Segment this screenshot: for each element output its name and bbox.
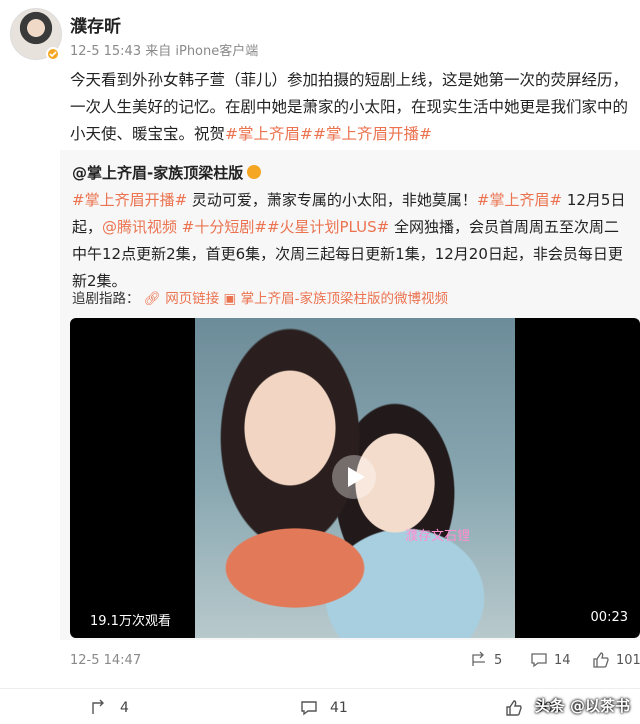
- comment-count: 14: [554, 652, 571, 668]
- reposted-card[interactable]: @掌上齐眉-家族顶梁柱版 #掌上齐眉开播# 灵动可爱，萧家专属的小太阳，非她莫属…: [60, 150, 640, 640]
- video-link[interactable]: 掌上齐眉-家族顶梁柱版的微博视频: [241, 291, 448, 307]
- repost-count: 4: [120, 700, 129, 716]
- video-watermark: 濮存文石锂: [405, 529, 471, 544]
- web-link[interactable]: 网页链接: [165, 291, 219, 307]
- comment-count: 41: [330, 700, 348, 716]
- guide-row: 追剧指路： 🔗︎ 网页链接 ▣ 掌上齐眉-家族顶梁柱版的微博视频: [72, 287, 448, 307]
- like-icon: [593, 652, 609, 668]
- repost-text: #掌上齐眉开播# 灵动可爱，萧家专属的小太阳，非她莫属！#掌上齐眉# 12月5日…: [72, 187, 632, 295]
- topic-link[interactable]: #掌上齐眉#: [477, 191, 562, 209]
- username[interactable]: 濮存昕: [70, 12, 121, 37]
- like-count: 101: [616, 652, 640, 668]
- comment-button[interactable]: 14: [530, 651, 571, 669]
- repost-button[interactable]: 5: [470, 651, 502, 669]
- video-duration: 00:23: [590, 610, 628, 625]
- post-action-bar: 4 41 305 头条 @以茶书: [0, 688, 640, 724]
- play-icon[interactable]: [332, 455, 376, 499]
- comment-icon: [531, 653, 547, 668]
- topic-link[interactable]: #火星计划PLUS#: [267, 218, 389, 236]
- topic-link[interactable]: #掌上齐眉开播#: [72, 191, 187, 209]
- repost-stats-row: 12-5 14:47 5 14 101: [0, 645, 640, 675]
- video-player[interactable]: 濮存文石锂 19.1万次观看 00:23: [70, 318, 640, 638]
- like-icon: [506, 700, 522, 716]
- topic-link[interactable]: #十分短剧#: [177, 218, 267, 236]
- guide-label: 追剧指路：: [72, 291, 140, 307]
- repost-author[interactable]: @掌上齐眉-家族顶梁柱版: [72, 162, 262, 183]
- repost-text-part: 灵动可爱，萧家专属的小太阳，非她莫属！: [187, 191, 477, 209]
- mention-link[interactable]: @腾讯视频: [102, 218, 177, 236]
- verified-badge-icon: [46, 47, 60, 61]
- repost-button[interactable]: 4: [90, 699, 129, 717]
- share-icon: [92, 699, 104, 714]
- verified-badge-icon: [247, 165, 262, 179]
- repost-time: 12-5 14:47: [70, 653, 142, 668]
- comment-icon: [301, 701, 317, 716]
- comment-button[interactable]: 41: [300, 699, 348, 717]
- repost-count: 5: [494, 652, 503, 668]
- post-header: 濮存昕 12-5 15:43 来自 iPhone客户端: [0, 0, 640, 70]
- source-watermark: 头条 @以茶书: [534, 697, 630, 715]
- repost-author-name[interactable]: @掌上齐眉-家族顶梁柱版: [72, 164, 243, 182]
- topic-link[interactable]: #掌上齐眉#: [225, 125, 313, 143]
- post-text: 今天看到外孙女韩子萱（菲儿）参加拍摄的短剧上线，这是她第一次的荧屏经历，一次人生…: [70, 67, 630, 148]
- post-meta: 12-5 15:43 来自 iPhone客户端: [70, 44, 259, 59]
- link-icon: 🔗︎: [143, 291, 161, 307]
- like-button[interactable]: 101: [592, 651, 640, 669]
- view-count: 19.1万次观看: [90, 614, 171, 629]
- share-icon: [472, 651, 485, 666]
- topic-link[interactable]: #掌上齐眉开播#: [313, 125, 432, 143]
- video-link-icon: ▣: [223, 291, 237, 307]
